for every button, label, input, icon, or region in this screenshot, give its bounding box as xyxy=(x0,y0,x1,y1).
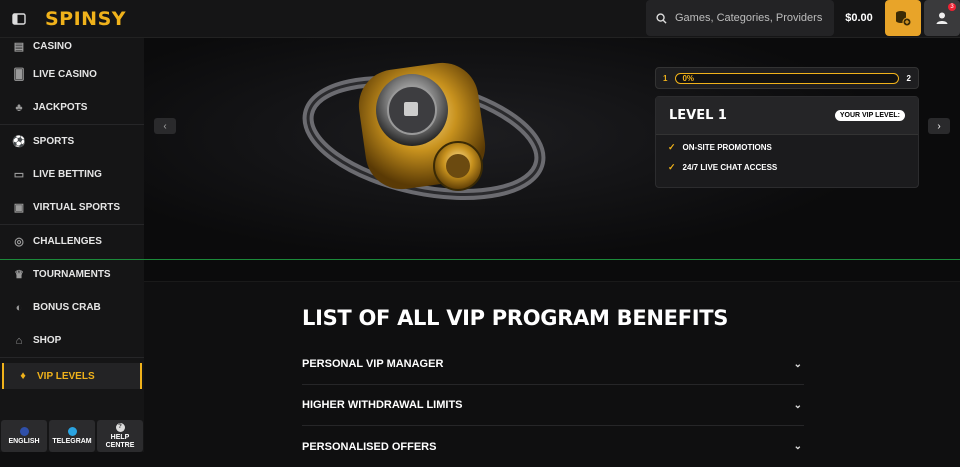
shop-icon: ⌂ xyxy=(15,334,23,347)
target-icon: ◎ xyxy=(14,236,24,248)
sidebar-toggle-button[interactable] xyxy=(0,0,38,38)
carousel-next-button[interactable]: › xyxy=(928,118,950,134)
chevron-down-icon: ⌄ xyxy=(793,399,802,411)
flag-icon xyxy=(19,426,29,436)
language-label: ENGLISH xyxy=(8,437,40,445)
search-input[interactable]: Games, Categories, Providers xyxy=(646,0,834,36)
deposit-button[interactable] xyxy=(885,0,921,36)
progress-from-level: 1 xyxy=(663,73,668,83)
sidebar-item-label: TOURNAMENTS xyxy=(33,269,111,280)
search-placeholder: Games, Categories, Providers xyxy=(675,12,823,24)
telegram-icon xyxy=(67,426,77,436)
sidebar-item-label: LIVE CASINO xyxy=(33,69,97,80)
perk-label: ON-SITE PROMOTIONS xyxy=(682,142,772,152)
ball-icon: ⚽ xyxy=(12,136,26,148)
sidebar-item-bonus-crab[interactable]: ◐ BONUS CRAB xyxy=(0,291,144,324)
sidebar-item-casino[interactable]: ▤ CASINO xyxy=(0,34,144,58)
vip-benefits-section: LIST OF ALL VIP PROGRAM BENEFITS PERSONA… xyxy=(302,306,804,467)
diamond-icon: ♦ xyxy=(20,370,26,382)
vip-coin-illustration xyxy=(302,62,546,200)
cards-icon: 🂠 xyxy=(13,69,25,81)
sidebar-item-vip-levels[interactable]: ♦ VIP LEVELS xyxy=(2,363,142,389)
benefit-label: PERSONAL VIP MANAGER xyxy=(302,358,444,370)
level-card: LEVEL 1 YOUR VIP LEVEL: ✓ ON-SITE PROMOTI… xyxy=(655,96,919,188)
telegram-button[interactable]: TELEGRAM xyxy=(49,420,95,452)
chevron-right-icon: › xyxy=(937,120,941,132)
sidebar-item-label: BONUS CRAB xyxy=(33,302,101,313)
chevron-down-icon: ⌄ xyxy=(793,441,802,452)
logo[interactable]: SPINSY xyxy=(45,8,126,30)
crab-icon: ◐ xyxy=(15,301,23,314)
perk-item: ✓ ON-SITE PROMOTIONS xyxy=(656,137,918,157)
sidebar-item-live-betting[interactable]: ▭ LIVE BETTING xyxy=(0,158,144,191)
casino-icon: ▤ xyxy=(13,40,25,53)
sidebar-item-label: JACKPOTS xyxy=(33,102,88,113)
sidebar-item-jackpots[interactable]: ♣ JACKPOTS xyxy=(0,91,144,124)
sidebar-item-virtual-sports[interactable]: ▣ VIRTUAL SPORTS xyxy=(0,191,144,224)
carousel-prev-button[interactable]: ‹ xyxy=(154,118,176,134)
sidebar-item-label: CASINO xyxy=(33,40,72,52)
balance-display[interactable]: $0.00 xyxy=(838,0,880,36)
help-centre-button[interactable]: ? HELP CENTRE xyxy=(97,420,143,452)
sidebar: ▤ CASINO 🂠 LIVE CASINO ♣ JACKPOTS ⚽ SPORTS ▭… xyxy=(0,38,144,452)
help-icon: ? xyxy=(115,422,125,432)
progress-label: 0% xyxy=(682,73,695,83)
check-icon: ✓ xyxy=(668,141,676,152)
user-icon xyxy=(936,12,948,24)
monitor-icon: ▣ xyxy=(13,202,25,214)
vip-hero: ‹ 1 0% 2 LEVEL 1 YOUR VIP LEVEL: ✓ ON-SIT… xyxy=(144,38,960,282)
vip-level-badge: YOUR VIP LEVEL: xyxy=(834,110,905,121)
account-button[interactable]: 3 xyxy=(924,0,960,36)
benefit-accordion-item[interactable]: PERSONAL VIP MANAGER ⌄ xyxy=(302,344,804,385)
sidebar-item-label: SPORTS xyxy=(33,136,75,147)
benefit-accordion-item[interactable]: PERSONALISED OFFERS ⌄ xyxy=(302,426,804,467)
clover-icon: ♣ xyxy=(15,101,23,114)
telegram-label: TELEGRAM xyxy=(52,437,92,445)
notification-badge: 3 xyxy=(948,3,956,11)
benefit-label: HIGHER WITHDRAWAL LIMITS xyxy=(302,399,463,411)
trophy-icon: ♛ xyxy=(14,269,24,281)
sidebar-item-label: CHALLENGES xyxy=(33,236,102,247)
sidebar-item-shop[interactable]: ⌂ SHOP xyxy=(0,324,144,357)
sidebar-item-sports[interactable]: ⚽ SPORTS xyxy=(0,125,144,158)
divider xyxy=(0,357,144,358)
live-icon: ▭ xyxy=(13,169,25,181)
sidebar-toggle-icon xyxy=(12,12,26,25)
sidebar-item-label: SHOP xyxy=(33,335,62,346)
benefit-label: PERSONALISED OFFERS xyxy=(302,440,437,453)
level-card-header: LEVEL 1 YOUR VIP LEVEL: xyxy=(656,97,918,135)
benefit-accordion-item[interactable]: HIGHER WITHDRAWAL LIMITS ⌄ xyxy=(302,385,804,426)
progress-track: 0% xyxy=(675,72,899,84)
wallet-coins-icon xyxy=(896,11,912,27)
chevron-down-icon: ⌄ xyxy=(793,358,802,370)
sidebar-item-challenges[interactable]: ◎ CHALLENGES xyxy=(0,225,144,258)
help-label: HELP CENTRE xyxy=(105,433,135,449)
benefits-title: LIST OF ALL VIP PROGRAM BENEFITS xyxy=(302,306,729,330)
sidebar-item-label: VIRTUAL SPORTS xyxy=(33,202,121,213)
top-bar: SPINSY Games, Categories, Providers $0.0… xyxy=(0,0,960,38)
perk-item: ✓ 24/7 LIVE CHAT ACCESS xyxy=(656,157,918,177)
language-button[interactable]: ENGLISH xyxy=(1,420,47,452)
vip-progress-bar: 1 0% 2 xyxy=(655,67,919,89)
search-icon xyxy=(656,12,667,24)
divider xyxy=(0,259,960,260)
sidebar-bottom-row: ENGLISH TELEGRAM ? HELP CENTRE xyxy=(0,420,144,452)
perk-label: 24/7 LIVE CHAT ACCESS xyxy=(682,162,778,172)
sidebar-item-tournaments[interactable]: ♛ TOURNAMENTS xyxy=(0,258,144,291)
sidebar-item-label: VIP LEVELS xyxy=(37,370,95,382)
sidebar-item-label: LIVE BETTING xyxy=(33,169,102,180)
sidebar-item-live-casino[interactable]: 🂠 LIVE CASINO xyxy=(0,58,144,91)
level-title: LEVEL 1 xyxy=(669,108,727,123)
chevron-left-icon: ‹ xyxy=(163,120,167,132)
check-icon: ✓ xyxy=(668,161,676,172)
progress-to-level: 2 xyxy=(906,73,911,83)
